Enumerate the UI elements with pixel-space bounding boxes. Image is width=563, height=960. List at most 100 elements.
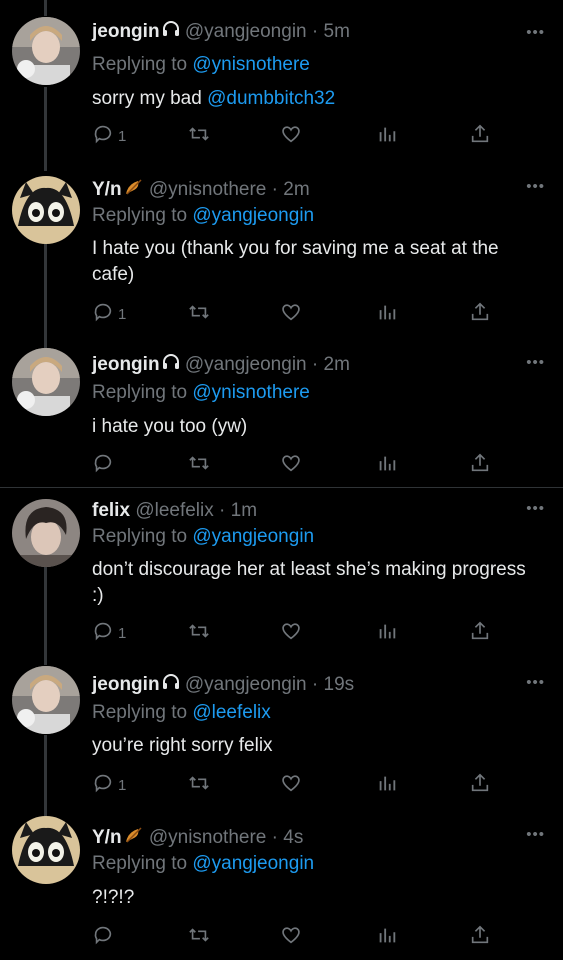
timestamp[interactable]: 19s	[324, 674, 355, 695]
retweet-button[interactable]	[188, 772, 210, 798]
more-options-icon[interactable]: •••	[526, 354, 545, 371]
share-button[interactable]	[469, 301, 491, 327]
mention-link[interactable]: @leefelix	[192, 702, 270, 723]
headphones-icon	[162, 354, 180, 376]
like-button[interactable]	[280, 452, 302, 478]
reply-button[interactable]: 1	[92, 620, 126, 646]
tweet-actions: 1	[92, 123, 502, 149]
tweet[interactable]: Y/n @ynisnothere · 2m ••• Replying to @y…	[0, 168, 563, 348]
reply-icon	[92, 772, 114, 799]
like-button[interactable]	[280, 301, 302, 327]
handle[interactable]: @yangjeongin	[185, 21, 307, 42]
handle[interactable]: @yangjeongin	[185, 354, 307, 375]
reply-button[interactable]: 1	[92, 301, 126, 327]
timestamp[interactable]: 2m	[283, 179, 309, 200]
tweet-text: sorry my bad @dumbbitch32	[92, 86, 537, 112]
avatar-jeongin[interactable]	[12, 666, 80, 734]
display-name[interactable]: Y/n	[92, 179, 122, 200]
separator: ·	[271, 179, 278, 201]
mention-link[interactable]: @yangjeongin	[192, 853, 314, 874]
tweet[interactable]: jeongin @yangjeongin · 2m ••• Replying t…	[0, 348, 563, 486]
share-button[interactable]	[469, 924, 491, 950]
share-button[interactable]	[469, 452, 491, 478]
tweet-actions	[92, 452, 502, 478]
share-icon	[469, 301, 491, 328]
timestamp[interactable]: 5m	[324, 21, 350, 42]
share-button[interactable]	[469, 772, 491, 798]
handle[interactable]: @leefelix	[135, 500, 213, 521]
share-icon	[469, 123, 491, 150]
like-button[interactable]	[280, 123, 302, 149]
heart-icon	[280, 620, 302, 647]
more-options-icon[interactable]: •••	[526, 826, 545, 843]
tweet-header: jeongin @yangjeongin · 19s	[92, 674, 354, 696]
retweet-icon	[188, 123, 210, 150]
tweet-actions	[92, 924, 502, 950]
reply-button[interactable]: 1	[92, 772, 126, 798]
views-button[interactable]	[376, 620, 398, 646]
tweet[interactable]: felix @leefelix · 1m ••• Replying to @ya…	[0, 488, 563, 656]
display-name[interactable]: jeongin	[92, 354, 160, 375]
avatar-felix[interactable]	[12, 499, 80, 567]
reply-icon	[92, 301, 114, 328]
tweet-text: ?!?!?	[92, 887, 135, 908]
reply-button[interactable]: 1	[92, 123, 126, 149]
handle[interactable]: @yangjeongin	[185, 674, 307, 695]
views-icon	[376, 924, 398, 951]
timestamp[interactable]: 4s	[283, 827, 303, 848]
mention-link[interactable]: @ynisnothere	[192, 382, 310, 403]
views-icon	[376, 123, 398, 150]
retweet-button[interactable]	[188, 924, 210, 950]
views-button[interactable]	[376, 924, 398, 950]
headphones-icon	[162, 21, 180, 43]
replying-to: Replying to @yangjeongin	[92, 526, 314, 548]
views-button[interactable]	[376, 772, 398, 798]
reply-button[interactable]	[92, 452, 118, 478]
replying-to: Replying to @yangjeongin	[92, 205, 314, 227]
share-icon	[469, 452, 491, 479]
display-name[interactable]: Y/n	[92, 827, 122, 848]
views-icon	[376, 452, 398, 479]
views-button[interactable]	[376, 123, 398, 149]
retweet-button[interactable]	[188, 452, 210, 478]
retweet-button[interactable]	[188, 620, 210, 646]
timestamp[interactable]: 2m	[324, 354, 350, 375]
display-name[interactable]: felix	[92, 500, 130, 521]
more-options-icon[interactable]: •••	[526, 178, 545, 195]
more-options-icon[interactable]: •••	[526, 674, 545, 691]
retweet-button[interactable]	[188, 123, 210, 149]
mention-link[interactable]: @yangjeongin	[192, 526, 314, 547]
handle[interactable]: @ynisnothere	[149, 827, 267, 848]
share-button[interactable]	[469, 123, 491, 149]
reply-icon	[92, 620, 114, 647]
replying-to: Replying to @ynisnothere	[92, 382, 310, 404]
avatar-yn[interactable]	[12, 816, 80, 884]
tweet[interactable]: jeongin @yangjeongin · 5m ••• Replying t…	[0, 0, 563, 168]
more-options-icon[interactable]: •••	[526, 500, 545, 517]
tweet[interactable]: Y/n @ynisnothere · 4s ••• Replying to @y…	[0, 808, 563, 960]
tweet-actions: 1	[92, 772, 502, 798]
mention-link[interactable]: @yangjeongin	[192, 205, 314, 226]
more-options-icon[interactable]: •••	[526, 24, 545, 41]
avatar-yn[interactable]	[12, 176, 80, 244]
like-button[interactable]	[280, 924, 302, 950]
mention-link[interactable]: @dumbbitch32	[207, 88, 335, 109]
share-button[interactable]	[469, 620, 491, 646]
views-button[interactable]	[376, 452, 398, 478]
tweet[interactable]: jeongin @yangjeongin · 19s ••• Replying …	[0, 656, 563, 808]
tweet-header: jeongin @yangjeongin · 2m	[92, 354, 350, 376]
reply-button[interactable]	[92, 924, 118, 950]
handle[interactable]: @ynisnothere	[149, 179, 267, 200]
replying-to-label: Replying to	[92, 382, 188, 403]
like-button[interactable]	[280, 620, 302, 646]
display-name[interactable]: jeongin	[92, 674, 160, 695]
avatar-jeongin[interactable]	[12, 17, 80, 85]
timestamp[interactable]: 1m	[231, 500, 257, 521]
retweet-button[interactable]	[188, 301, 210, 327]
like-button[interactable]	[280, 772, 302, 798]
avatar-jeongin[interactable]	[12, 348, 80, 416]
display-name[interactable]: jeongin	[92, 21, 160, 42]
replying-to-label: Replying to	[92, 54, 188, 75]
mention-link[interactable]: @ynisnothere	[192, 54, 310, 75]
views-button[interactable]	[376, 301, 398, 327]
